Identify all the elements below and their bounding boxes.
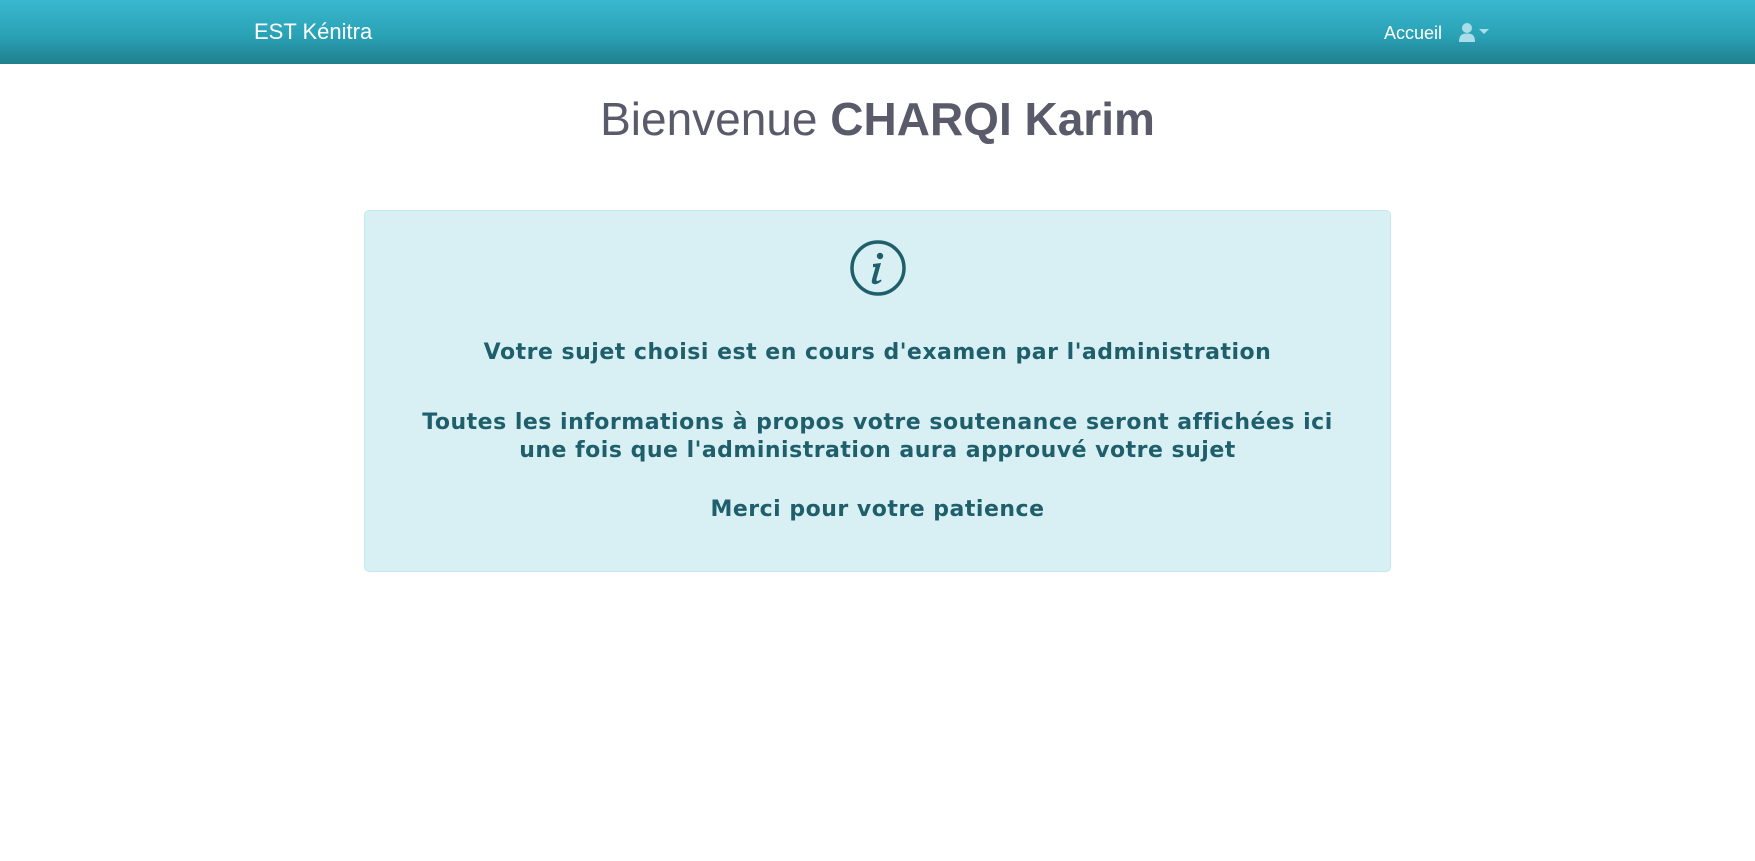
info-icon: [850, 240, 906, 296]
top-navbar: EST Kénitra Accueil: [0, 0, 1755, 64]
page-title: Bienvenue CHARQI Karim: [0, 90, 1755, 148]
caret-down-icon: [1479, 29, 1489, 34]
thanks-message: Merci pour votre patience: [710, 497, 1045, 522]
status-alert: Votre sujet choisi est en cours d'examen…: [364, 210, 1391, 572]
info-message: Toutes les informations à propos votre s…: [422, 410, 1333, 463]
nav-link-accueil[interactable]: Accueil: [1384, 22, 1442, 44]
user-icon: [1459, 23, 1475, 42]
brand-link[interactable]: EST Kénitra: [254, 19, 372, 45]
status-message: Votre sujet choisi est en cours d'examen…: [483, 340, 1272, 365]
user-menu-toggle[interactable]: [1458, 22, 1494, 44]
welcome-prefix: Bienvenue: [600, 93, 831, 145]
user-name: CHARQI Karim: [830, 93, 1155, 145]
